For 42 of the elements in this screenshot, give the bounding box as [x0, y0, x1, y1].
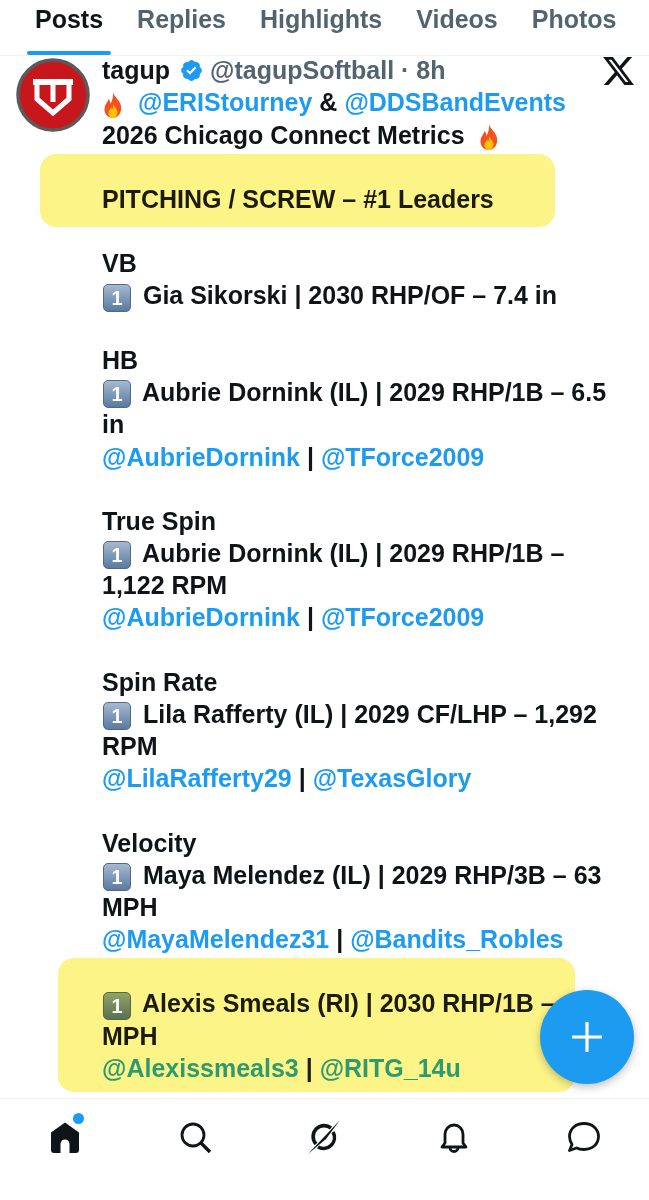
plus-icon: [571, 1021, 603, 1053]
avatar-logo-icon[interactable]: [16, 58, 90, 132]
chat-bubble-icon: [567, 1120, 602, 1154]
mention-link[interactable]: @ERIStourney: [138, 88, 313, 117]
mention-link[interactable]: @TForce2009: [320, 603, 485, 632]
mention-link[interactable]: @AubrieDornink: [102, 442, 300, 471]
mention-link[interactable]: @RITG_14u: [319, 1054, 461, 1082]
profile-tab[interactable]: Photos: [523, 0, 625, 55]
separator-text: |: [305, 1054, 313, 1082]
metric-label: HB: [102, 344, 139, 376]
profile-tab[interactable]: Posts: [27, 0, 112, 55]
separator-text: |: [336, 925, 344, 954]
profile-tab[interactable]: Videos: [408, 0, 506, 55]
compose-button[interactable]: [540, 990, 634, 1084]
mention-link[interactable]: @Bandits_Robles: [350, 925, 564, 954]
separator-text: &: [319, 88, 338, 117]
heading-text: PITCHING / SCREW – #1 Leaders: [102, 184, 494, 216]
mention-link[interactable]: @LilaRafferty29: [102, 764, 292, 793]
leader-text: 1 Aubrie Dornink (IL) | 2029 RHP/1B – 6.5 in: [102, 377, 608, 441]
leader-text: 1 Lila Rafferty (IL) | 2029 CF/LHP – 1,292 RPM: [102, 698, 598, 763]
x-logo-icon: [602, 57, 635, 86]
mention-link[interactable]: @Alexissmeals3: [102, 1054, 299, 1082]
author-handle-and-time: @tagupSoftball · 8h: [210, 56, 446, 86]
metric-label: True Spin: [102, 505, 216, 537]
separator-text: |: [306, 603, 314, 632]
leader-text: 1 Aubrie Dornink (IL) | 2029 RHP/1B – 1,122 RPM: [102, 537, 566, 602]
separator-text: |: [298, 764, 306, 793]
separator-text: |: [306, 442, 314, 471]
mention-link[interactable]: @TForce2009: [320, 442, 485, 471]
mention-link[interactable]: @MayaMelendez31: [102, 925, 330, 954]
post-title: 2026 Chicago Connect Metrics: [102, 120, 465, 149]
profile-tab[interactable]: Highlights: [252, 0, 391, 55]
mention-link[interactable]: @TexasGlory: [312, 764, 472, 793]
mention-link[interactable]: @DDSBandEvents: [344, 88, 567, 117]
leader-text: 1 Gia Sikorski | 2030 RHP/OF – 7.4 in: [102, 279, 558, 312]
metric-label: Spin Rate: [102, 666, 218, 698]
author-name[interactable]: tagup: [102, 56, 171, 87]
metric-label: Velocity: [102, 827, 197, 859]
metric-label: VB: [102, 248, 137, 280]
mention-link[interactable]: @AubrieDornink: [102, 603, 300, 632]
profile-tab[interactable]: Replies: [129, 0, 235, 55]
leader-text: 1 Maya Melendez (IL) | 2029 RHP/3B – 63 MPH: [102, 859, 603, 924]
